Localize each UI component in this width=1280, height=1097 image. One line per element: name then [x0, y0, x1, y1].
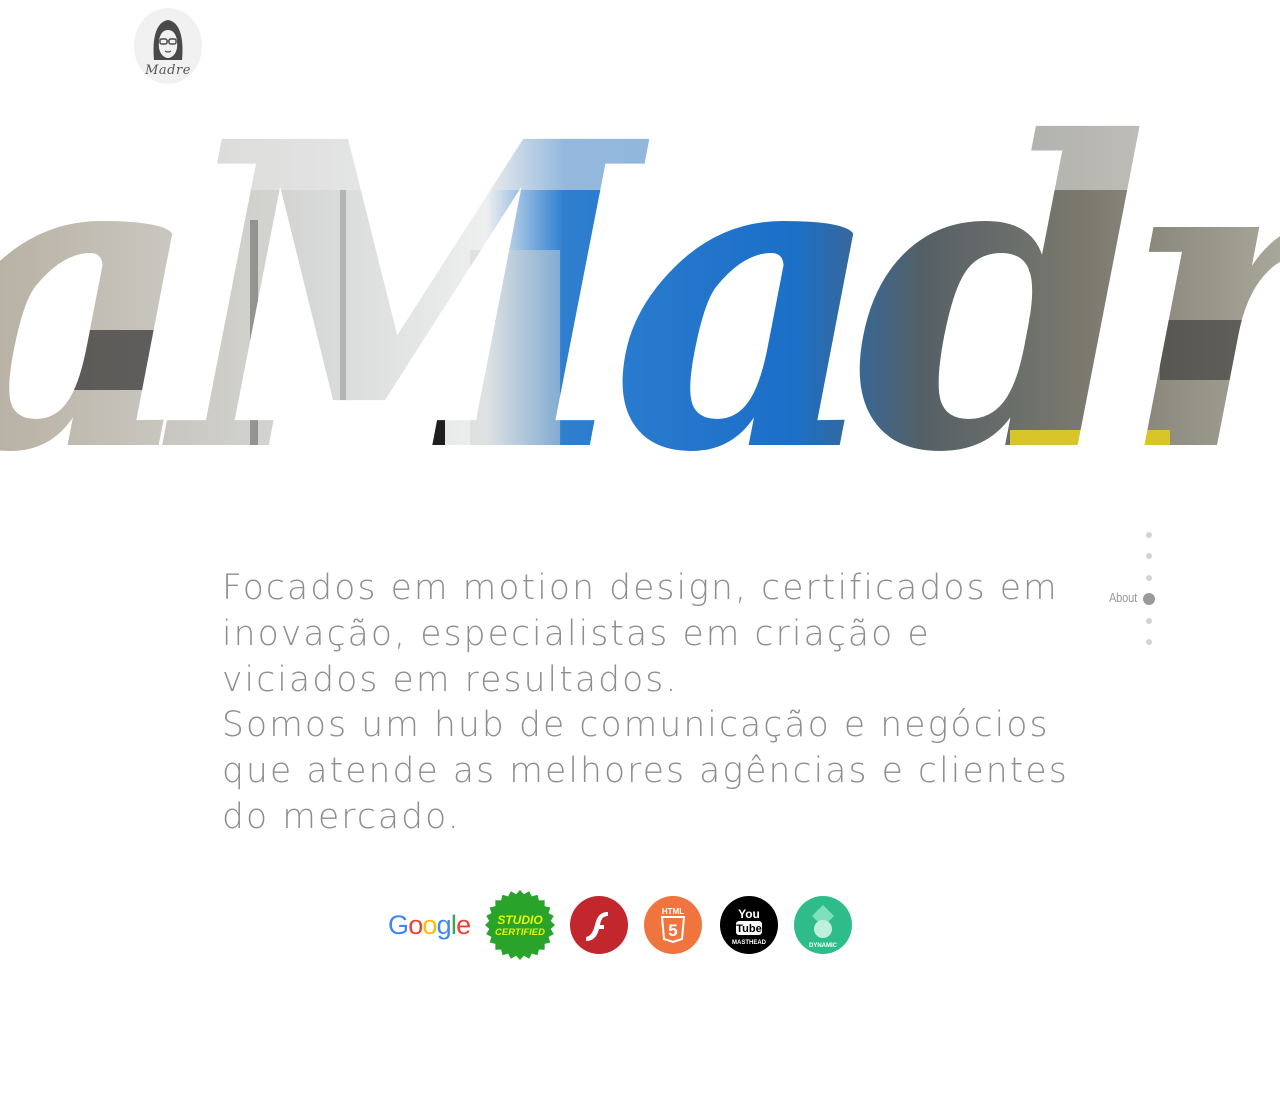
partner-badges: Google STUDIO CERTIFIED HTML 5 You Tube …: [388, 888, 868, 962]
google-letter: g: [436, 910, 452, 940]
nav-dot-active[interactable]: [1143, 593, 1155, 605]
studio-certified-badge: STUDIO CERTIFIED: [484, 888, 556, 967]
nav-dot[interactable]: [1146, 553, 1152, 559]
about-section: Focados em motion design, certificados e…: [222, 566, 1082, 841]
nav-label-about[interactable]: About: [1109, 590, 1137, 605]
studio-label: STUDIO: [497, 913, 543, 927]
about-paragraph-2: Somos um hub de comunicação e negócios q…: [222, 705, 1069, 837]
dynamic-label: DYNAMIC: [809, 943, 838, 949]
office-photo-in-script-lettering: aMadre: [0, 100, 1280, 545]
youtube-masthead-label: MASTHEAD: [732, 940, 767, 946]
section-nav: About: [1100, 530, 1160, 650]
google-letter: o: [408, 910, 423, 940]
nav-dot[interactable]: [1146, 532, 1152, 538]
logo-wordmark: Madre: [145, 63, 191, 78]
flash-icon: [570, 896, 628, 954]
google-logo: Google: [388, 910, 471, 941]
google-letter: o: [422, 910, 437, 940]
html-label: HTML: [662, 907, 684, 916]
nav-dot[interactable]: [1146, 575, 1152, 581]
certified-label: CERTIFIED: [495, 927, 545, 938]
nav-dot[interactable]: [1146, 639, 1152, 645]
hero-word: aMadre: [0, 100, 1280, 545]
youtube-masthead-icon: You Tube MASTHEAD: [720, 896, 778, 954]
html5-icon: HTML 5: [644, 896, 702, 954]
html5-number: 5: [668, 921, 677, 940]
youtube-tube: Tube: [736, 923, 761, 935]
about-paragraph-1: Focados em motion design, certificados e…: [222, 568, 1059, 700]
google-letter: G: [388, 910, 409, 940]
hero-lettering: aMadre: [0, 100, 1280, 570]
nav-dot[interactable]: [1146, 618, 1152, 624]
google-letter: e: [456, 910, 471, 940]
madre-logo[interactable]: Madre: [134, 8, 202, 84]
dynamic-icon: DYNAMIC: [794, 896, 852, 954]
youtube-you: You: [738, 907, 760, 921]
